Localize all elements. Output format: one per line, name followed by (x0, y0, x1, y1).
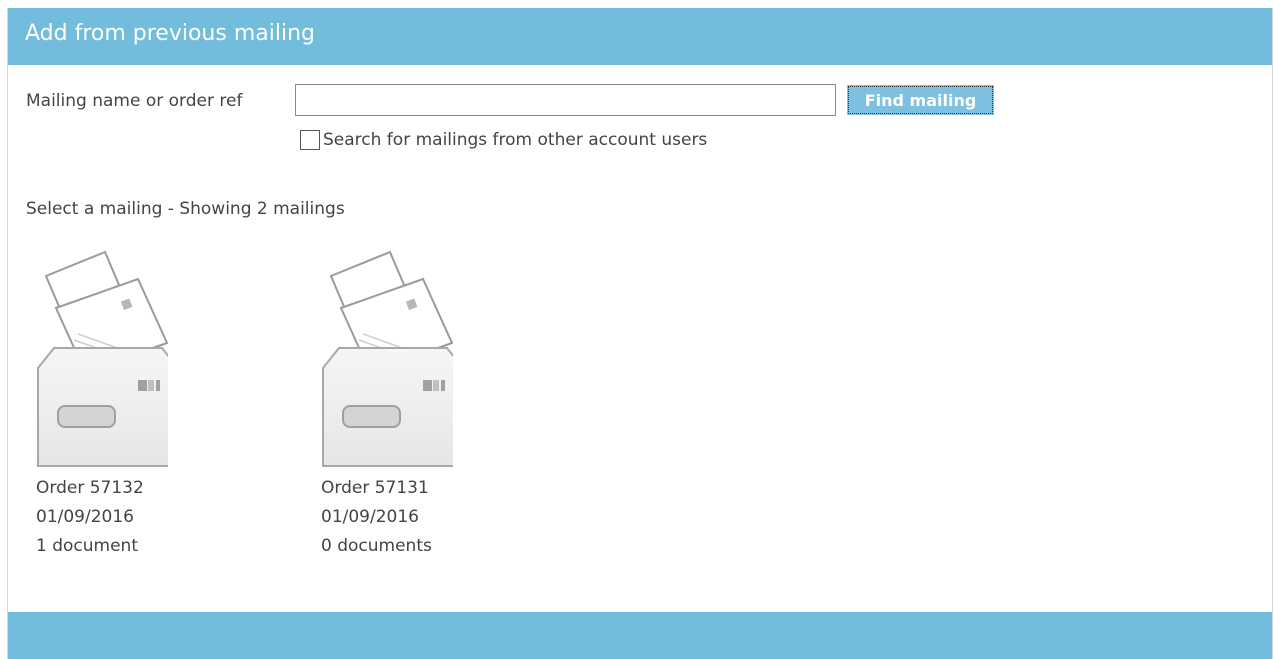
envelope-with-letters-icon[interactable] (8, 248, 168, 468)
add-from-previous-mailing-dialog: Add from previous mailing Mailing name o… (7, 8, 1273, 659)
search-label: Mailing name or order ref (26, 91, 243, 111)
mailing-details: Order 57131 01/09/2016 0 documents (321, 474, 432, 561)
dialog-header: Add from previous mailing (8, 8, 1272, 65)
mailing-details: Order 57132 01/09/2016 1 document (36, 474, 144, 561)
mailing-search-input[interactable] (295, 84, 836, 116)
other-users-checkbox-row[interactable]: Search for mailings from other account u… (300, 130, 707, 150)
find-mailing-button[interactable]: Find mailing (846, 84, 995, 116)
mailing-tile[interactable]: Order 57131 01/09/2016 0 documents (293, 248, 483, 578)
mailing-document-count: 1 document (36, 536, 138, 556)
envelope-with-letters-icon[interactable] (293, 248, 453, 468)
other-users-checkbox-label[interactable]: Search for mailings from other account u… (323, 130, 707, 150)
mailing-date: 01/09/2016 (321, 507, 419, 527)
mailing-tile[interactable]: Order 57132 01/09/2016 1 document (8, 248, 198, 578)
results-caption: Select a mailing - Showing 2 mailings (26, 199, 345, 219)
mailing-order: Order 57132 (36, 478, 144, 498)
mailing-order: Order 57131 (321, 478, 429, 498)
dialog-title: Add from previous mailing (25, 21, 315, 46)
mailing-document-count: 0 documents (321, 536, 432, 556)
dialog-footer (8, 612, 1272, 659)
mailing-date: 01/09/2016 (36, 507, 134, 527)
other-users-checkbox[interactable] (300, 130, 320, 150)
